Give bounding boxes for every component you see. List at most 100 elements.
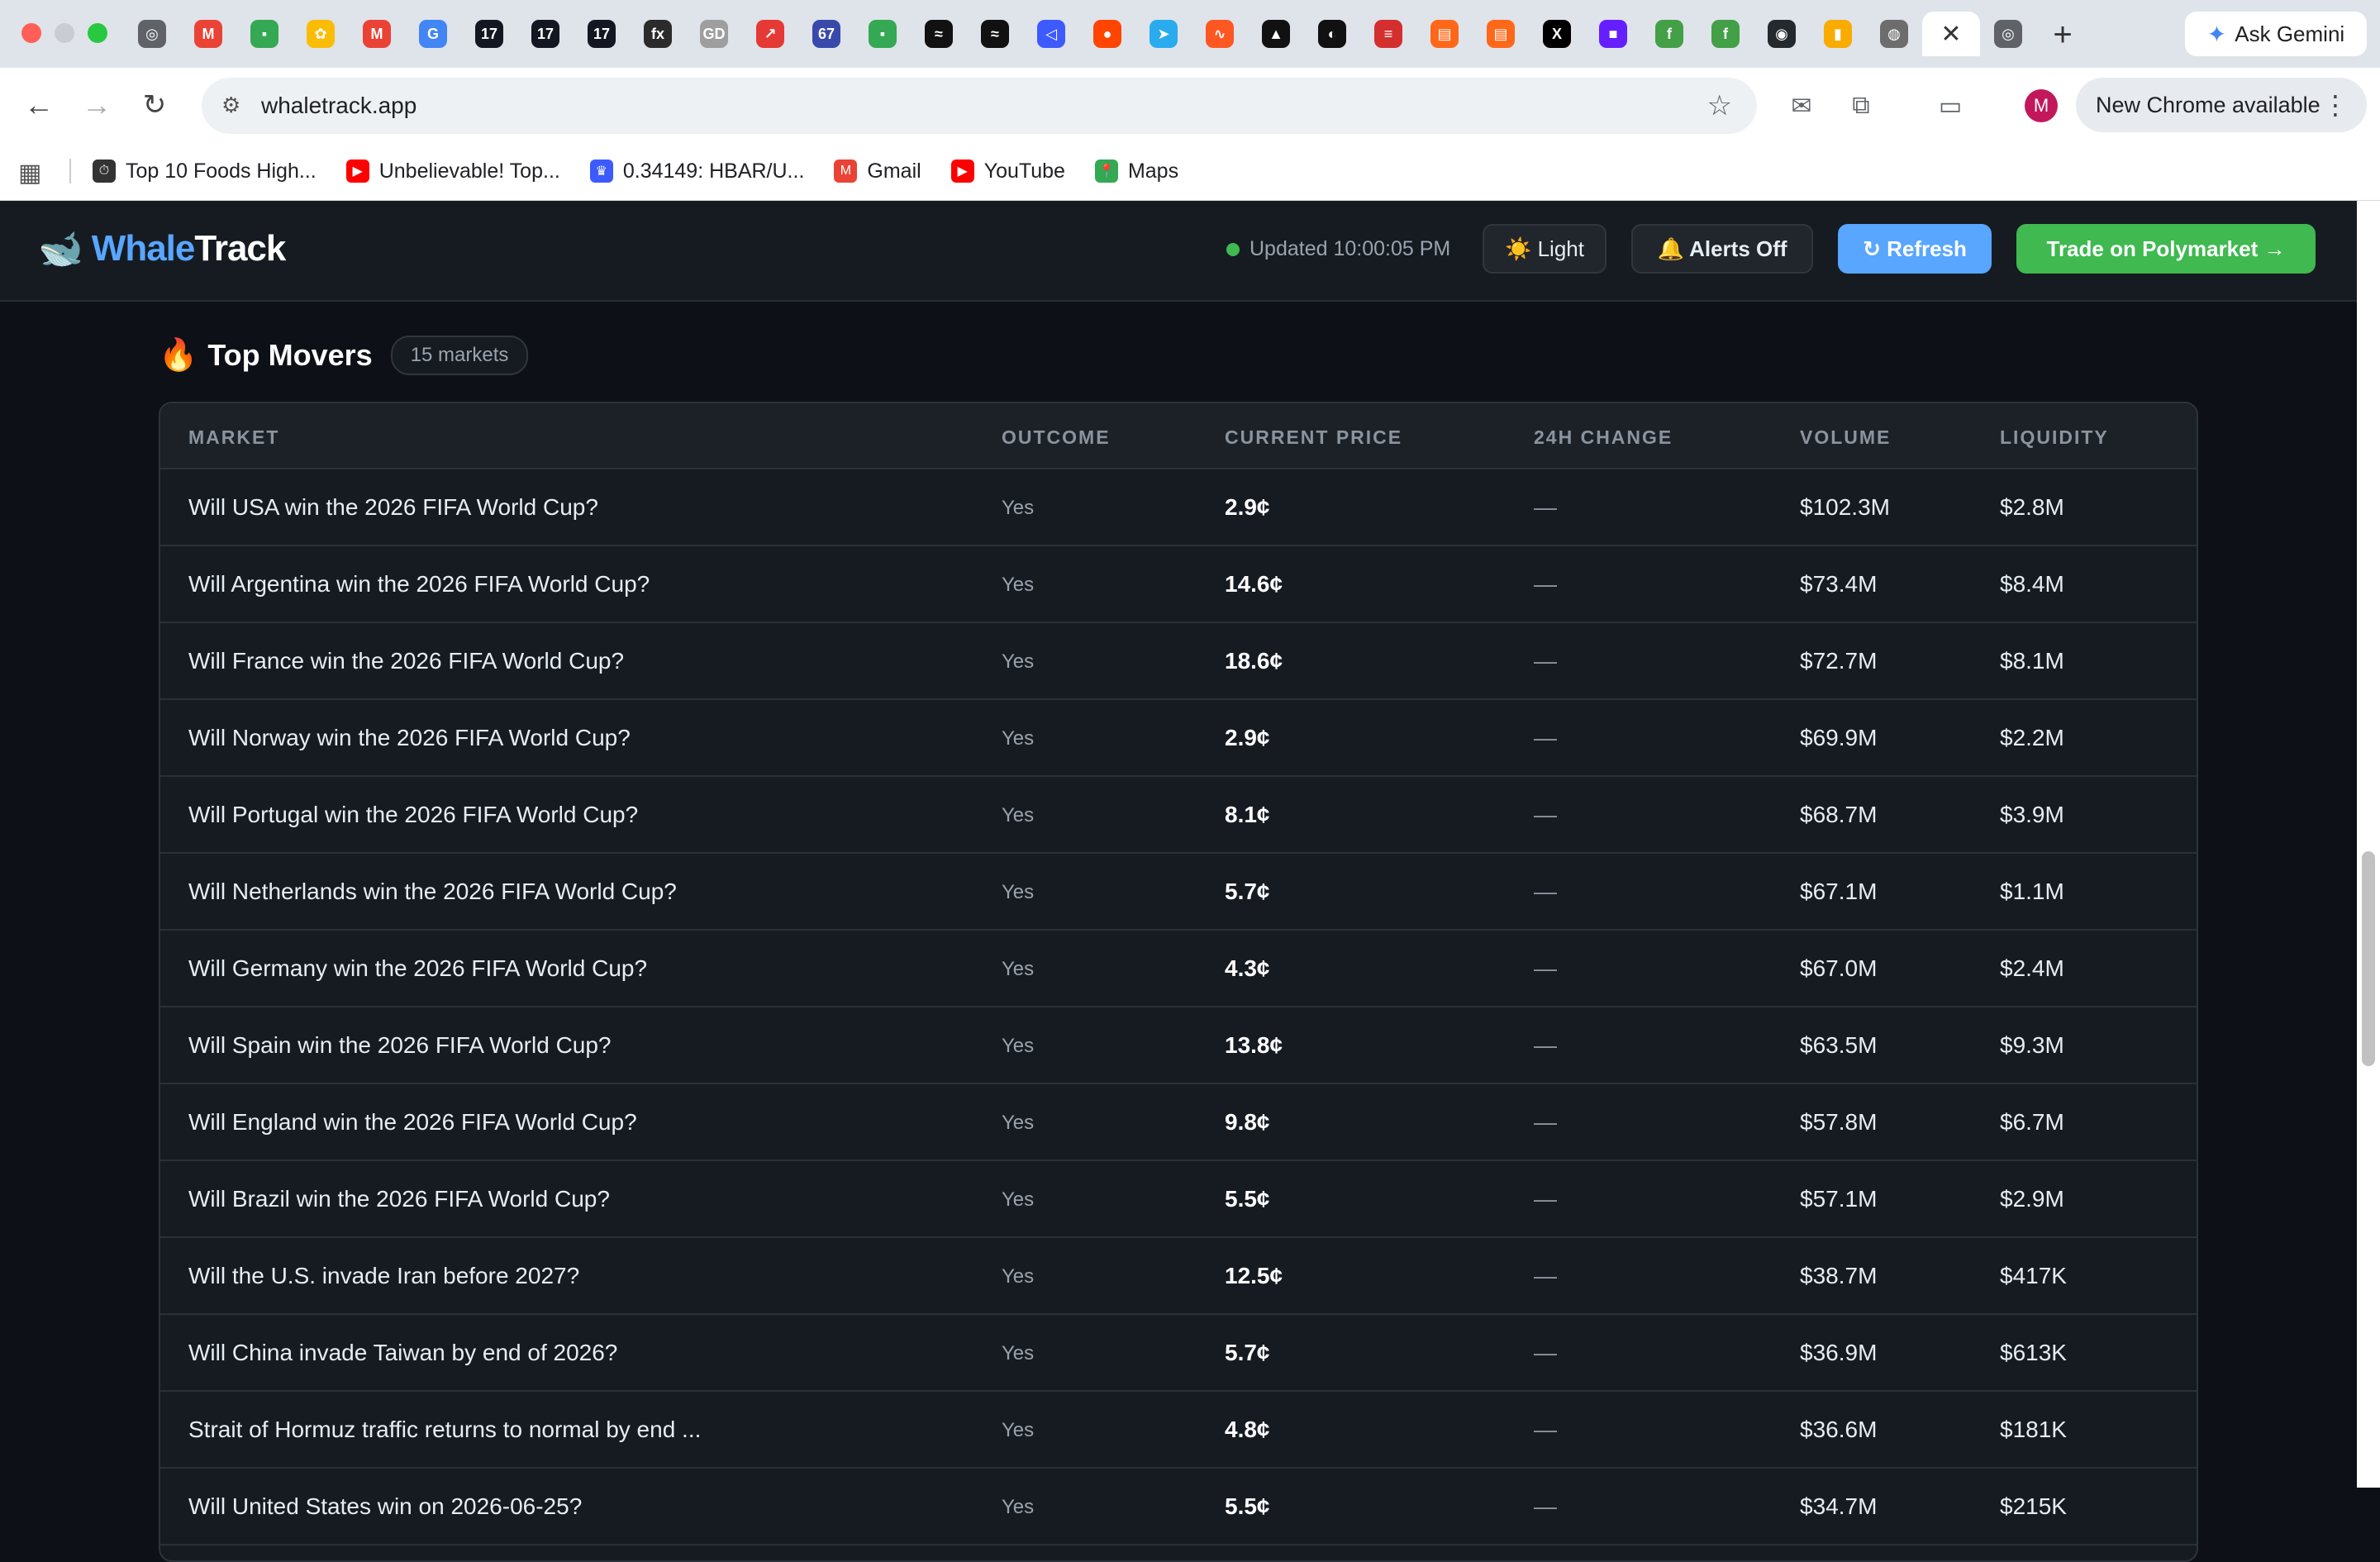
column-header-volume[interactable]: VOLUME [1800, 426, 1891, 449]
table-row[interactable]: Will USA win the 2026 FIFA World Cup? Yes… [160, 469, 2197, 546]
market-cell[interactable]: Will Brazil win the 2026 FIFA World Cup? [188, 1186, 610, 1212]
table-row[interactable]: Will Norway win the 2026 FIFA World Cup?… [160, 700, 2197, 777]
pinned-tab[interactable]: ≈ [967, 12, 1023, 56]
trade-on-polymarket-button[interactable]: Trade on Polymarket → [2016, 224, 2316, 274]
active-tab[interactable]: ✕ [1922, 12, 1980, 56]
address-url[interactable]: whaletrack.app [261, 93, 416, 119]
bookmark-item[interactable]: ▶ Unbelievable! Top... [345, 160, 560, 183]
menu-kebab-icon[interactable]: ⋮ [2322, 89, 2349, 121]
pinned-tab[interactable]: ◎ [1980, 12, 2036, 56]
table-row[interactable]: Will Netherlands win the 2026 FIFA World… [160, 854, 2197, 931]
column-header-liquidity[interactable]: LIQUIDITY [2000, 426, 2109, 449]
table-row[interactable]: Will France win the 2026 FIFA World Cup?… [160, 623, 2197, 700]
bookmark-item[interactable]: ⏱ Top 10 Foods High... [93, 160, 317, 183]
pinned-tab[interactable]: X [1529, 12, 1585, 56]
column-header-change[interactable]: 24H CHANGE [1534, 426, 1673, 449]
pinned-tab[interactable]: M [349, 12, 405, 56]
pinned-tab[interactable]: G [405, 12, 461, 56]
pinned-tab[interactable]: f [1697, 12, 1754, 56]
reload-icon[interactable]: ↻ [136, 86, 174, 124]
market-cell[interactable]: Will Germany win the 2026 FIFA World Cup… [188, 955, 647, 982]
pinned-tab[interactable]: ▤ [1473, 12, 1529, 56]
new-tab-button[interactable]: + [2044, 17, 2081, 53]
close-tab-icon[interactable]: ✕ [1940, 20, 1961, 49]
pinned-tab[interactable]: ● [1079, 12, 1135, 56]
pinned-tab[interactable]: ◍ [1866, 12, 1922, 56]
pinned-tab[interactable]: ➤ [1135, 12, 1192, 56]
page-scrollbar[interactable] [2357, 201, 2380, 1488]
market-cell[interactable]: Strait of Hormuz traffic returns to norm… [188, 1417, 701, 1443]
pinned-tab[interactable]: ◁ [1023, 12, 1079, 56]
table-row[interactable]: Strait of Hormuz traffic returns to norm… [160, 1392, 2197, 1469]
mail-extension-icon[interactable]: ✉ [1785, 89, 1818, 122]
pinned-tab[interactable]: ◉ [1754, 12, 1810, 56]
minimize-window-button[interactable] [55, 23, 74, 43]
new-chrome-available-button[interactable]: New Chrome available ⋮ [2076, 78, 2367, 132]
bookmark-item[interactable]: 📍 Maps [1094, 160, 1178, 183]
pinned-tab[interactable]: ▮ [1810, 12, 1866, 56]
pinned-tab[interactable]: M [180, 12, 236, 56]
column-header-market[interactable]: MARKET [188, 426, 279, 449]
forward-arrow-icon[interactable]: → [78, 86, 116, 124]
pinned-tab[interactable]: 17 [517, 12, 574, 56]
close-window-button[interactable] [21, 23, 41, 43]
bookmark-item[interactable]: ♛ 0.34149: HBAR/U... [589, 160, 804, 183]
market-cell[interactable]: Will the U.S. invade Iran before 2027? [188, 1263, 579, 1289]
pinned-tab[interactable]: fx [630, 12, 686, 56]
table-row[interactable]: Will Brazil win the 2026 FIFA World Cup?… [160, 1161, 2197, 1238]
ask-gemini-button[interactable]: ✦ Ask Gemini [2185, 12, 2367, 56]
extensions-puzzle-icon[interactable]: ⧉ [1844, 89, 1878, 122]
light-mode-button[interactable]: ☀️ Light [1483, 224, 1606, 274]
table-row[interactable]: Will England win the 2026 FIFA World Cup… [160, 1084, 2197, 1161]
refresh-button[interactable]: ↻ Refresh [1838, 224, 1992, 274]
media-cast-icon[interactable]: ▭ [1934, 89, 1967, 122]
pinned-tab[interactable]: ▪ [854, 12, 911, 56]
pinned-tab[interactable]: ▪ [236, 12, 293, 56]
bookmark-item[interactable]: M Gmail [834, 160, 921, 183]
profile-avatar[interactable]: M [2025, 89, 2058, 122]
market-cell[interactable]: Will Argentina win the 2026 FIFA World C… [188, 571, 650, 598]
table-row[interactable]: Will United States win on 2026-06-25? Yes… [160, 1469, 2197, 1545]
pinned-tab[interactable]: ■ [1585, 12, 1641, 56]
pinned-tab[interactable]: 67 [798, 12, 854, 56]
back-arrow-icon[interactable]: ← [20, 86, 58, 124]
whaletrack-logo[interactable]: 🐋 WhaleTrack [38, 227, 286, 270]
market-cell[interactable]: Will USA win the 2026 FIFA World Cup? [188, 494, 598, 521]
pinned-tab[interactable]: f [1641, 12, 1697, 56]
apps-grid-icon[interactable]: ▦ [18, 159, 41, 188]
bookmark-item[interactable]: ▶ YouTube [950, 160, 1065, 183]
market-cell[interactable]: Will Spain win the 2026 FIFA World Cup? [188, 1032, 612, 1059]
pinned-tab[interactable]: ∿ [1192, 12, 1248, 56]
alerts-toggle-button[interactable]: 🔔 Alerts Off [1631, 224, 1813, 274]
market-cell[interactable]: Will China invade Taiwan by end of 2026? [188, 1340, 617, 1366]
table-row[interactable]: Will Portugal win the 2026 FIFA World Cu… [160, 777, 2197, 854]
bookmark-star-icon[interactable]: ☆ [1707, 89, 1732, 122]
pinned-tab[interactable]: ▲ [1248, 12, 1304, 56]
table-row[interactable]: Will Spain win the 2026 FIFA World Cup? Y… [160, 1007, 2197, 1084]
table-row[interactable]: Will Argentina win the 2026 FIFA World C… [160, 546, 2197, 623]
pinned-tab[interactable]: ≈ [911, 12, 967, 56]
market-cell[interactable]: Will Norway win the 2026 FIFA World Cup? [188, 725, 631, 751]
page-scrollbar-thumb[interactable] [2362, 851, 2375, 1066]
table-row[interactable]: Will Germany win the 2026 FIFA World Cup… [160, 931, 2197, 1007]
pinned-tab[interactable]: 17 [574, 12, 630, 56]
market-cell[interactable]: Will United States win on 2026-06-25? [188, 1493, 582, 1520]
pinned-tab[interactable]: ▤ [1416, 12, 1473, 56]
table-row[interactable]: Will China invade Taiwan by end of 2026?… [160, 1315, 2197, 1392]
zoom-window-button[interactable] [88, 23, 107, 43]
column-header-price[interactable]: CURRENT PRICE [1225, 426, 1402, 449]
column-header-outcome[interactable]: OUTCOME [1002, 426, 1111, 449]
pinned-tab[interactable]: ◐ [1304, 12, 1360, 56]
market-cell[interactable]: Will Portugal win the 2026 FIFA World Cu… [188, 802, 638, 828]
table-row[interactable]: Will the U.S. invade Iran before 2027? Ye… [160, 1238, 2197, 1315]
pinned-tab[interactable]: ✿ [293, 12, 349, 56]
site-settings-icon[interactable]: ⚙ [221, 93, 248, 119]
pinned-tab[interactable]: ≡ [1360, 12, 1416, 56]
market-cell[interactable]: Will Netherlands win the 2026 FIFA World… [188, 879, 677, 905]
pinned-tab[interactable]: 17 [461, 12, 517, 56]
pinned-tab[interactable]: ◎ [124, 12, 180, 56]
market-cell[interactable]: Will England win the 2026 FIFA World Cup… [188, 1109, 637, 1136]
pinned-tab[interactable]: GD [686, 12, 742, 56]
pinned-tab[interactable]: ↗ [742, 12, 798, 56]
address-bar[interactable]: ⚙ whaletrack.app ☆ [202, 78, 1757, 134]
